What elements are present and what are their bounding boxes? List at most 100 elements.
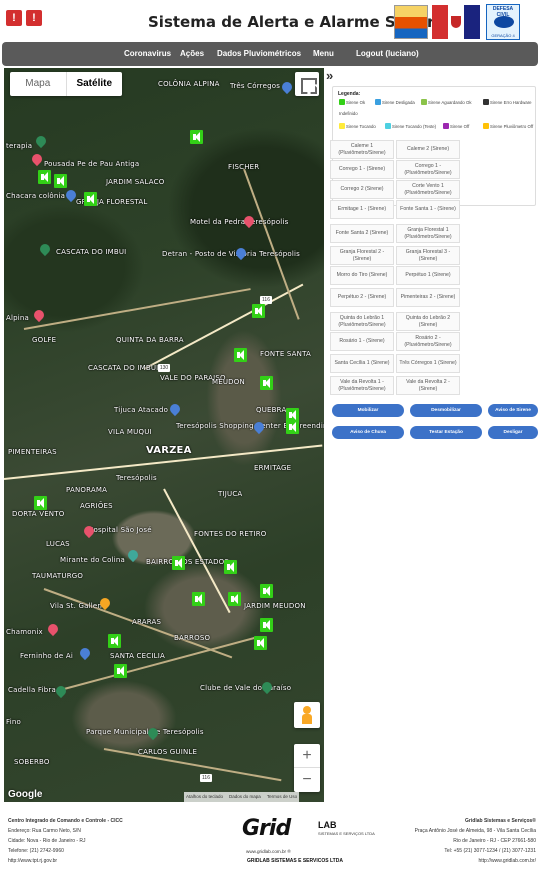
poi-marker[interactable] bbox=[125, 547, 141, 563]
siren-item[interactable]: Rosário 2 - (Pluviômetro/Sirene) bbox=[396, 332, 460, 351]
siren-marker[interactable] bbox=[254, 636, 267, 650]
siren-item[interactable]: Morro do Tiro (Sirene) bbox=[330, 266, 394, 285]
siren-playing-icon bbox=[339, 123, 345, 129]
siren-item[interactable]: Quinta do Lebrão 1 (Pluviômetro/Sirene) bbox=[330, 312, 394, 331]
footer-site-link[interactable]: http://www.tpt.rj.gov.br bbox=[8, 858, 57, 864]
siren-item[interactable]: Quinta do Lebrão 2 (Sirene) bbox=[396, 312, 460, 331]
map-label: LUCAS bbox=[46, 540, 70, 548]
siren-item[interactable]: Três Córregos 1 (Sirene) bbox=[396, 354, 460, 373]
siren-item[interactable]: Granja Florestal 2 - (Sirene) bbox=[330, 246, 394, 265]
siren-marker[interactable] bbox=[38, 170, 51, 184]
poi-marker[interactable] bbox=[33, 133, 49, 149]
siren-item[interactable]: Santa Cecília 1 (Sirene) bbox=[330, 354, 394, 373]
rain-warning-button[interactable]: Aviso de Chuva bbox=[332, 426, 404, 439]
siren-item[interactable]: Fonte Santa 2 (Sirene) bbox=[330, 224, 394, 243]
siren-item[interactable]: Vale da Revolta 2 - (Sirene) bbox=[396, 376, 460, 395]
siren-item[interactable]: Pimenteiras 2 - (Sirene) bbox=[396, 288, 460, 307]
siren-marker[interactable] bbox=[84, 192, 97, 206]
turn-off-button[interactable]: Desligar bbox=[488, 426, 538, 439]
nav-menu[interactable]: Menu bbox=[313, 49, 334, 58]
siren-item[interactable]: Fonte Santa 1 - (Sirene) bbox=[396, 200, 460, 219]
keyboard-shortcuts-link[interactable]: Atalhos do teclado bbox=[186, 792, 223, 802]
siren-marker[interactable] bbox=[114, 664, 127, 678]
gridlab-company: GRIDLAB SISTEMAS E SERVICOS LTDA bbox=[247, 858, 343, 864]
siren-item[interactable]: Granja Florestal 1 (Pluviômetro/Sirene) bbox=[396, 224, 460, 243]
map-type-map-button[interactable]: Mapa bbox=[10, 72, 66, 96]
siren-marker[interactable] bbox=[260, 618, 273, 632]
siren-marker[interactable] bbox=[192, 592, 205, 606]
siren-disabled-icon bbox=[443, 123, 449, 129]
civil-defense-logo: DEFESA CIVIL GERAÇÃO 4 bbox=[486, 4, 520, 40]
zoom-in-button[interactable]: + bbox=[294, 744, 320, 768]
warning-icon: ! bbox=[26, 10, 42, 26]
siren-warning-button[interactable]: Aviso de Sirene bbox=[488, 404, 538, 417]
footer-right-phone: Tel: +55 (21) 3077-1234 / (21) 3077-1231 bbox=[444, 848, 536, 854]
poi-marker[interactable] bbox=[279, 79, 295, 95]
road-shield: 116 bbox=[200, 774, 212, 782]
map-attribution: Atalhos do teclado Dados do mapa Termos … bbox=[184, 792, 300, 802]
nav-acoes[interactable]: Ações bbox=[180, 49, 204, 58]
siren-item[interactable]: Perpétuo 1 (Sirene) bbox=[396, 266, 460, 285]
map-label: QUEBRA bbox=[256, 406, 287, 414]
map-label: ERMITAGE bbox=[254, 464, 292, 472]
siren-marker[interactable] bbox=[234, 348, 247, 362]
map-label: CASCATA DO IMBUI bbox=[56, 248, 127, 256]
map-label: ARARAS bbox=[132, 618, 162, 626]
footer-right-city: Rio de Janeiro - RJ - CEP 27661-580 bbox=[453, 838, 536, 844]
siren-item[interactable]: Granja Florestal 3 - (Sirene) bbox=[396, 246, 460, 265]
poi-marker[interactable] bbox=[53, 683, 69, 699]
siren-marker[interactable] bbox=[260, 376, 273, 390]
poi-marker[interactable] bbox=[29, 151, 45, 167]
pegman-icon[interactable] bbox=[294, 702, 320, 728]
siren-item[interactable]: Ermitage 1 - (Sirene) bbox=[330, 200, 394, 219]
siren-marker[interactable] bbox=[172, 556, 185, 570]
gridlab-url[interactable]: www.gridlab.com.br ® bbox=[246, 849, 291, 854]
siren-item[interactable]: Caleme 2 (Sirene) bbox=[396, 140, 460, 159]
terms-link[interactable]: Termos de Uso bbox=[267, 792, 297, 802]
collapse-chevron-icon[interactable]: » bbox=[326, 68, 333, 83]
siren-marker[interactable] bbox=[108, 634, 121, 648]
siren-item[interactable]: Rosário 1 - (Sirene) bbox=[330, 332, 394, 351]
map-label: FONTES DO RETIRO bbox=[194, 530, 267, 538]
demobilize-button[interactable]: Desmobilizar bbox=[410, 404, 482, 417]
footer-right-link[interactable]: http://www.gridlab.com.br/ bbox=[478, 858, 536, 864]
siren-marker[interactable] bbox=[252, 304, 265, 318]
siren-marker[interactable] bbox=[34, 496, 47, 510]
siren-item[interactable]: Corrego 2 (Sirene) bbox=[330, 180, 394, 199]
siren-marker[interactable] bbox=[224, 560, 237, 574]
siren-item[interactable]: Corrego 1 - (Pluviômetro/Sirene) bbox=[396, 160, 460, 179]
siren-item[interactable]: Corte Vento 1 (Pluviômetro/Sirene) bbox=[396, 180, 460, 199]
zoom-out-button[interactable]: − bbox=[294, 768, 320, 792]
siren-item[interactable]: Vale da Revolta 1 - (Pluviômetro/Sirene) bbox=[330, 376, 394, 395]
siren-marker[interactable] bbox=[190, 130, 203, 144]
siren-marker[interactable] bbox=[54, 174, 67, 188]
satellite-map[interactable]: COLÔNIA ALPINA Três Córregos terapia Pou… bbox=[4, 68, 324, 802]
map-label: PIMENTEIRAS bbox=[8, 448, 57, 456]
siren-marker[interactable] bbox=[260, 584, 273, 598]
siren-item[interactable]: Caleme 1 (Pluviômetro/Sirene) bbox=[330, 140, 394, 159]
siren-item[interactable]: Corrego 1 - (Sirene) bbox=[330, 160, 394, 179]
map-label: GOLFE bbox=[32, 336, 57, 344]
siren-ok-icon bbox=[339, 99, 345, 105]
fullscreen-icon[interactable] bbox=[295, 72, 319, 96]
poi-marker[interactable] bbox=[45, 621, 61, 637]
poi-marker[interactable] bbox=[167, 401, 183, 417]
nav-dados-pluviometricos[interactable]: Dados Pluviométricos bbox=[217, 49, 301, 58]
map-label: BAIRRO DOS ESTADOS bbox=[146, 558, 230, 566]
map-data-link[interactable]: Dados do mapa bbox=[229, 792, 261, 802]
poi-marker[interactable] bbox=[37, 241, 53, 257]
siren-item[interactable]: Perpétuo 2 - (Sirene) bbox=[330, 288, 394, 307]
map-label: Parque Municipal de Teresópolis bbox=[86, 728, 204, 736]
poi-marker[interactable] bbox=[77, 645, 93, 661]
nav-coronavirus[interactable]: Coronavirus bbox=[124, 49, 171, 58]
nav-logout[interactable]: Logout (luciano) bbox=[356, 49, 419, 58]
siren-marker[interactable] bbox=[228, 592, 241, 606]
map-label: SANTA CECILIA bbox=[110, 652, 165, 660]
map-type-satellite-button[interactable]: Satélite bbox=[65, 72, 123, 96]
test-station-button[interactable]: Testar Estação bbox=[410, 426, 482, 439]
map-label: Teresópolis Shopping Center Empreendimen… bbox=[176, 422, 324, 430]
mobilize-button[interactable]: Mobilizar bbox=[332, 404, 404, 417]
siren-pluvio-off-icon bbox=[483, 123, 489, 129]
poi-marker[interactable] bbox=[31, 307, 47, 323]
siren-marker[interactable] bbox=[286, 420, 299, 434]
